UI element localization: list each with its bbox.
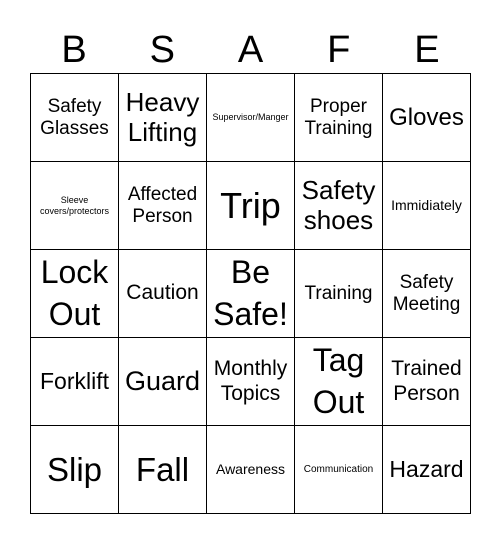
grid-row: Safety Glasses Heavy Lifting Supervisor/… <box>30 73 471 162</box>
header-letter: A <box>237 29 264 71</box>
bingo-cell[interactable]: Be Safe! <box>206 249 295 338</box>
bingo-cell[interactable]: Safety Glasses <box>30 73 119 162</box>
bingo-cell[interactable]: Forklift <box>30 337 119 426</box>
header-letter: S <box>149 29 175 71</box>
bingo-cell[interactable]: Slip <box>30 425 119 514</box>
grid-row: Forklift Guard Monthly Topics Tag Out Tr… <box>30 337 471 426</box>
bingo-cell[interactable]: Caution <box>118 249 207 338</box>
bingo-cell[interactable]: Safety shoes <box>294 161 383 250</box>
bingo-cell[interactable]: Gloves <box>382 73 471 162</box>
grid-row: Lock Out Caution Be Safe! Training Safet… <box>30 249 471 338</box>
grid-row: Slip Fall Awareness Communication Hazard <box>30 425 471 514</box>
bingo-cell[interactable]: Affected Person <box>118 161 207 250</box>
bingo-cell[interactable]: Supervisor/Manger <box>206 73 295 162</box>
bingo-grid: Safety Glasses Heavy Lifting Supervisor/… <box>30 73 471 514</box>
bingo-cell[interactable]: Tag Out <box>294 337 383 426</box>
header-letter: F <box>327 29 351 71</box>
grid-row: Sleeve covers/protectors Affected Person… <box>30 161 471 250</box>
bingo-cell[interactable]: Communication <box>294 425 383 514</box>
bingo-cell[interactable]: Training <box>294 249 383 338</box>
header-letter: E <box>414 29 440 71</box>
bingo-cell[interactable]: Trip <box>206 161 295 250</box>
bingo-cell[interactable]: Guard <box>118 337 207 426</box>
bingo-cell[interactable]: Trained Person <box>382 337 471 426</box>
bingo-cell[interactable]: Hazard <box>382 425 471 514</box>
bingo-cell[interactable]: Proper Training <box>294 73 383 162</box>
bingo-cell[interactable]: Sleeve covers/protectors <box>30 161 119 250</box>
bingo-cell[interactable]: Immidiately <box>382 161 471 250</box>
bingo-cell[interactable]: Lock Out <box>30 249 119 338</box>
bingo-cell[interactable]: Monthly Topics <box>206 337 295 426</box>
bingo-cell[interactable]: Safety Meeting <box>382 249 471 338</box>
bingo-cell[interactable]: Fall <box>118 425 207 514</box>
bingo-header: B S A F E <box>30 26 471 74</box>
header-letter: B <box>61 29 87 71</box>
bingo-cell[interactable]: Heavy Lifting <box>118 73 207 162</box>
bingo-cell[interactable]: Awareness <box>206 425 295 514</box>
